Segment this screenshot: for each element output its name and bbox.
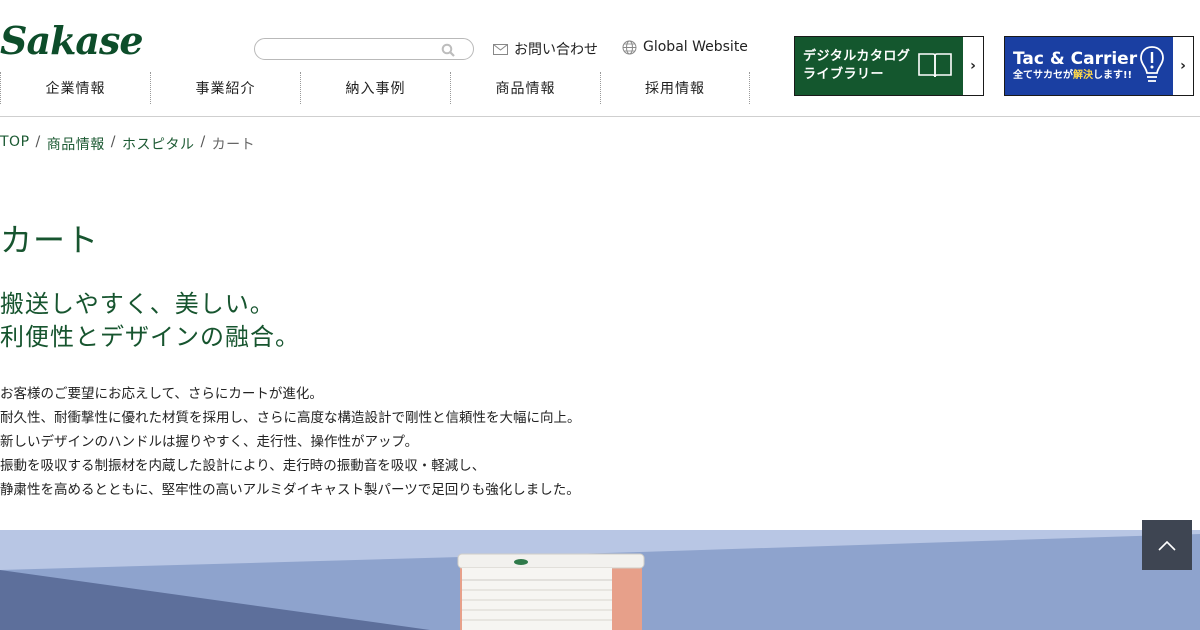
nav-item-products[interactable]: 商品情報 bbox=[450, 72, 600, 104]
nav-item-company[interactable]: 企業情報 bbox=[0, 72, 150, 104]
nav-item-cases[interactable]: 納入事例 bbox=[300, 72, 450, 104]
back-to-top-button[interactable] bbox=[1142, 520, 1192, 570]
description-line: 新しいデザインのハンドルは握りやすく、走行性、操作性がアップ。 bbox=[0, 434, 419, 450]
contact-label: お問い合わせ bbox=[514, 42, 598, 58]
breadcrumb-separator: / bbox=[110, 134, 116, 150]
tac-carrier-banner[interactable]: Tac & Carrier 全てサカセが解決します!! › bbox=[1004, 36, 1194, 96]
digital-catalog-banner[interactable]: デジタルカタログ ライブラリー › bbox=[794, 36, 984, 96]
breadcrumb-separator: / bbox=[35, 134, 41, 150]
breadcrumb-products[interactable]: 商品情報 bbox=[47, 134, 105, 154]
logo-text: Sakase bbox=[0, 18, 144, 63]
breadcrumb: TOP / 商品情報 / ホスピタル / カート bbox=[0, 134, 255, 154]
tac-banner-sub: 全てサカセが解決します!! bbox=[1013, 69, 1132, 83]
breadcrumb-hospital[interactable]: ホスピタル bbox=[122, 134, 195, 154]
description-line: 静粛性を高めるとともに、堅牢性の高いアルミダイキャスト製パーツで足回りも強化しま… bbox=[0, 482, 580, 498]
tac-sub-highlight: 解決 bbox=[1073, 70, 1093, 81]
globe-icon bbox=[622, 40, 637, 54]
breadcrumb-top[interactable]: TOP bbox=[0, 134, 30, 154]
nav-item-recruit[interactable]: 採用情報 bbox=[600, 72, 750, 104]
breadcrumb-current: カート bbox=[211, 137, 256, 153]
global-nav: 企業情報 事業紹介 納入事例 商品情報 採用情報 bbox=[0, 72, 750, 104]
mail-icon bbox=[493, 43, 508, 55]
search-icon[interactable] bbox=[441, 43, 455, 57]
tac-banner-title: Tac & Carrier bbox=[1013, 49, 1138, 69]
catalog-line2: ライブラリー bbox=[803, 67, 885, 82]
chevron-up-icon bbox=[1158, 540, 1176, 551]
catalog-banner-face: デジタルカタログ ライブラリー bbox=[795, 37, 963, 95]
hero-image bbox=[0, 530, 1200, 630]
description-line: 耐久性、耐衝撃性に優れた材質を採用し、さらに高度な構造設計で剛性と信頼性を大幅に… bbox=[0, 410, 581, 426]
search-input[interactable] bbox=[265, 41, 435, 57]
catch-copy: 搬送しやすく、美しい。 利便性とデザインの融合。 bbox=[0, 288, 300, 354]
contact-link[interactable]: お問い合わせ bbox=[493, 39, 598, 59]
chevron-right-icon: › bbox=[963, 37, 983, 95]
breadcrumb-separator: / bbox=[200, 134, 206, 150]
book-icon bbox=[918, 53, 952, 78]
description-line: お客様のご要望にお応えして、さらにカートが進化。 bbox=[0, 386, 323, 402]
global-label: Global Website bbox=[643, 39, 748, 55]
catalog-line1: デジタルカタログ bbox=[803, 49, 911, 64]
lightbulb-icon bbox=[1140, 46, 1164, 82]
nav-item-business[interactable]: 事業紹介 bbox=[150, 72, 300, 104]
tac-banner-face: Tac & Carrier 全てサカセが解決します!! bbox=[1005, 37, 1173, 95]
page-title: カート bbox=[0, 221, 100, 259]
cart-photo bbox=[0, 530, 1200, 630]
search-box bbox=[254, 38, 474, 60]
product-description: お客様のご要望にお応えして、さらにカートが進化。 耐久性、耐衝撃性に優れた材質を… bbox=[0, 382, 581, 502]
chevron-right-icon: › bbox=[1173, 37, 1193, 95]
sakase-logo[interactable]: Sakase bbox=[0, 18, 144, 64]
description-line: 振動を吸収する制振材を内蔵した設計により、走行時の振動音を吸収・軽減し、 bbox=[0, 458, 486, 474]
site-header: Sakase お問い合わせ Global Website 企業情報 事業紹介 納… bbox=[0, 0, 1200, 117]
global-website-link[interactable]: Global Website bbox=[622, 39, 748, 55]
catch-line: 利便性とデザインの融合。 bbox=[0, 323, 300, 351]
catch-line: 搬送しやすく、美しい。 bbox=[0, 290, 275, 318]
tac-sub-pre: 全てサカセが bbox=[1013, 70, 1073, 81]
catalog-banner-text: デジタルカタログ ライブラリー bbox=[803, 48, 910, 84]
tac-sub-post: します!! bbox=[1093, 70, 1133, 81]
